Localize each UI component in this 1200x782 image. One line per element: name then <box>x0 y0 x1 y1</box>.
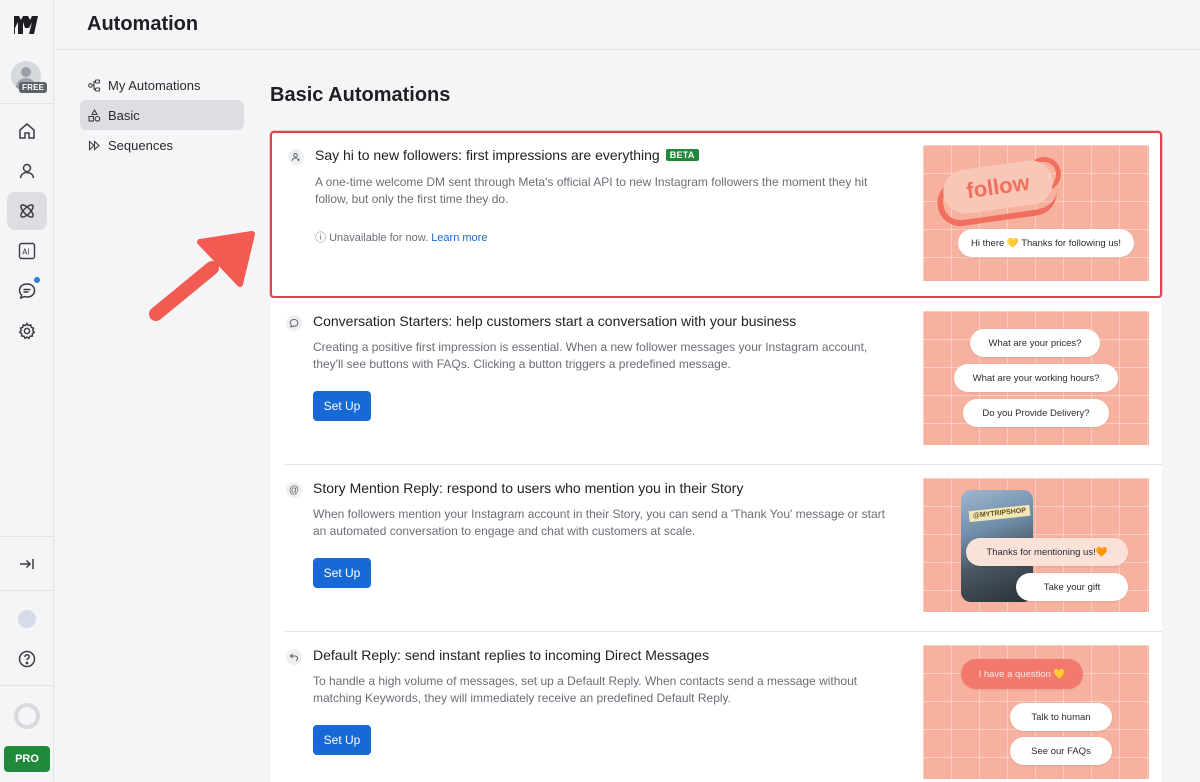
pro-upgrade-button[interactable]: PRO <box>4 746 50 772</box>
ai-icon[interactable]: AI <box>7 232 47 270</box>
subnav-item-sequences[interactable]: Sequences <box>80 130 244 160</box>
info-icon: ⓘ <box>315 232 326 244</box>
subnav-item-label: Basic <box>108 107 140 123</box>
automation-card-new-followers: Say hi to new followers: first impressio… <box>270 131 1162 298</box>
app-root: FREE AI PRO Automation My Automations Ba… <box>0 0 1200 782</box>
setup-button[interactable]: Set Up <box>313 725 371 755</box>
left-rail: FREE AI PRO <box>0 0 54 782</box>
chat-icon[interactable] <box>7 272 47 310</box>
shapes-icon <box>88 108 101 122</box>
contacts-icon[interactable] <box>7 152 47 190</box>
flow-icon <box>88 78 101 92</box>
page-title: Automation <box>87 13 199 35</box>
default-reply-preview-image: I have a question 💛 Talk to human See ou… <box>923 645 1149 779</box>
card-title-text: Say hi to new followers: first impressio… <box>315 147 660 163</box>
subnav-item-label: My Automations <box>108 77 201 93</box>
learn-more-link[interactable]: Learn more <box>431 232 487 244</box>
beta-badge: BETA <box>665 149 699 161</box>
card-description: When followers mention your Instagram ac… <box>313 507 885 538</box>
svg-text:AI: AI <box>22 248 29 257</box>
chat-bubble-icon <box>286 315 302 331</box>
fast-forward-icon <box>88 139 100 151</box>
story-tag: @MYTRIPSHOP <box>968 504 1031 523</box>
help-icon[interactable] <box>7 640 47 678</box>
preview-bubble: Thanks for mentioning us!🧡 <box>966 538 1128 566</box>
annotation-arrow-icon <box>149 231 255 321</box>
brand-logo-icon[interactable] <box>13 13 41 35</box>
automation-card-default-reply: Default Reply: send instant replies to i… <box>270 632 1162 782</box>
setup-button[interactable]: Set Up <box>313 558 371 588</box>
card-title: Say hi to new followers: first impressio… <box>315 147 699 163</box>
subnav-item-my-automations[interactable]: My Automations <box>80 70 244 100</box>
page-header: Automation <box>55 0 1200 50</box>
notification-dot <box>34 277 40 283</box>
user-icon <box>288 149 304 165</box>
preview-bubble: Take your gift <box>1016 573 1128 601</box>
home-icon[interactable] <box>7 112 47 150</box>
subnav-item-basic[interactable]: Basic <box>80 100 244 130</box>
setup-button[interactable]: Set Up <box>313 391 371 421</box>
preview-bubble: What are your working hours? <box>954 364 1118 392</box>
card-description: To handle a high volume of messages, set… <box>313 674 858 705</box>
story-preview-image: @MYTRIPSHOP Thanks for mentioning us!🧡 T… <box>923 478 1149 612</box>
preview-bubble: Do you Provide Delivery? <box>963 399 1109 427</box>
preview-bubble: Talk to human <box>1010 703 1112 731</box>
workspace-avatar[interactable] <box>18 610 36 628</box>
free-plan-badge: FREE <box>19 82 48 93</box>
automation-card-story-mention: @ Story Mention Reply: respond to users … <box>270 465 1162 632</box>
subnav-item-label: Sequences <box>108 137 174 153</box>
preview-bubble: What are your prices? <box>970 329 1100 357</box>
unavailable-text: Unavailable for now. <box>329 232 429 244</box>
preview-bubble: Hi there 💛 Thanks for following us! <box>958 229 1134 257</box>
collapse-sidebar-icon[interactable] <box>7 545 47 583</box>
card-title: Story Mention Reply: respond to users wh… <box>313 480 744 496</box>
faq-preview-image: What are your prices? What are your work… <box>923 311 1149 445</box>
unavailable-note: ⓘ Unavailable for now. Learn more <box>315 229 487 245</box>
progress-ring <box>14 703 40 729</box>
card-description: A one-time welcome DM sent through Meta'… <box>315 175 868 206</box>
card-title: Conversation Starters: help customers st… <box>313 313 797 329</box>
reply-icon <box>286 649 302 665</box>
card-description: Creating a positive first impression is … <box>313 340 868 371</box>
preview-bubble: I have a question 💛 <box>961 659 1083 689</box>
follow-preview-image: follow Hi there 💛 Thanks for following u… <box>923 145 1149 281</box>
preview-bubble: See our FAQs <box>1010 737 1112 765</box>
at-sign-icon: @ <box>286 482 302 498</box>
automation-icon[interactable] <box>7 192 47 230</box>
section-title: Basic Automations <box>270 84 451 106</box>
automation-list: Say hi to new followers: first impressio… <box>270 131 1162 782</box>
automation-card-conversation-starters: Conversation Starters: help customers st… <box>270 298 1162 465</box>
card-title: Default Reply: send instant replies to i… <box>313 647 710 663</box>
automation-subnav: My Automations Basic Sequences <box>80 70 244 160</box>
settings-gear-icon[interactable] <box>7 312 47 350</box>
